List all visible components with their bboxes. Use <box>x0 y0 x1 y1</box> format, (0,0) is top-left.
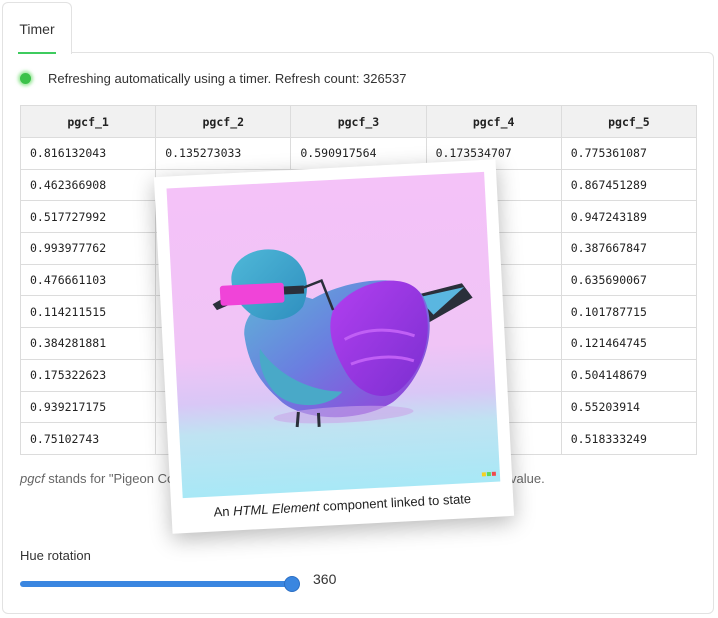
hue-rotation-slider-track[interactable] <box>20 581 294 587</box>
table-cell: 0.114211515 <box>19 295 157 329</box>
table-cell: 0.518333249 <box>560 422 698 455</box>
tab-timer[interactable]: Timer <box>2 2 72 54</box>
table-cell: 0.384281881 <box>19 327 157 360</box>
active-tab-indicator <box>18 52 56 54</box>
polaroid-caption-em: HTML Element <box>232 498 320 519</box>
table-cell: 0.462366908 <box>19 168 157 202</box>
column-header: pgcf_5 <box>560 105 698 138</box>
table-cell: 0.476661103 <box>19 263 157 297</box>
table-cell: 0.635690067 <box>560 263 698 297</box>
pigeon-image <box>166 171 501 499</box>
hue-rotation-slider-thumb[interactable] <box>284 576 300 592</box>
caption-term: pgcf <box>20 471 45 486</box>
table-cell: 0.101787715 <box>560 295 698 329</box>
table-cell: 0.775361087 <box>560 137 698 170</box>
table-cell: 0.135273033 <box>155 137 292 170</box>
column-header: pgcf_3 <box>290 105 427 138</box>
table-cell: 0.175322623 <box>19 358 157 392</box>
table-cell: 0.55203914 <box>560 390 698 424</box>
table-cell: 0.993977762 <box>19 232 157 265</box>
status-indicator-dot <box>20 73 31 84</box>
table-cell: 0.121464745 <box>560 327 698 360</box>
table-cell: 0.867451289 <box>560 168 698 202</box>
table-cell: 0.947243189 <box>560 200 698 234</box>
polaroid-caption-post: component linked to state <box>319 491 472 514</box>
table-cell: 0.816132043 <box>19 137 157 170</box>
table-cell: 0.517727992 <box>19 200 157 234</box>
table-cell: 0.939217175 <box>19 390 157 424</box>
table-header-row: pgcf_1 pgcf_2 pgcf_3 pgcf_4 pgcf_5 <box>19 105 698 138</box>
polaroid-caption-pre: An <box>213 503 234 520</box>
table-cell: 0.75102743 <box>19 422 157 455</box>
polaroid-card: An HTML Element component linked to stat… <box>153 159 515 534</box>
status-text: Refreshing automatically using a timer. … <box>48 71 407 86</box>
tab-timer-label: Timer <box>19 21 55 37</box>
column-header: pgcf_2 <box>155 105 292 138</box>
column-header: pgcf_4 <box>425 105 562 138</box>
hue-rotation-value: 360 <box>313 571 337 587</box>
caption-text-end: value. <box>510 471 545 486</box>
table-row: 0.816132043 0.135273033 0.590917564 0.17353… <box>19 137 698 170</box>
table-cell: 0.504148679 <box>560 358 698 392</box>
table-cell: 0.387667847 <box>560 232 698 265</box>
table-caption: pgcf stands for "Pigeon Co value. <box>20 471 545 486</box>
column-header: pgcf_1 <box>19 105 157 138</box>
hue-rotation-label: Hue rotation <box>20 548 91 563</box>
caption-text: stands for "Pigeon Co <box>44 471 175 486</box>
